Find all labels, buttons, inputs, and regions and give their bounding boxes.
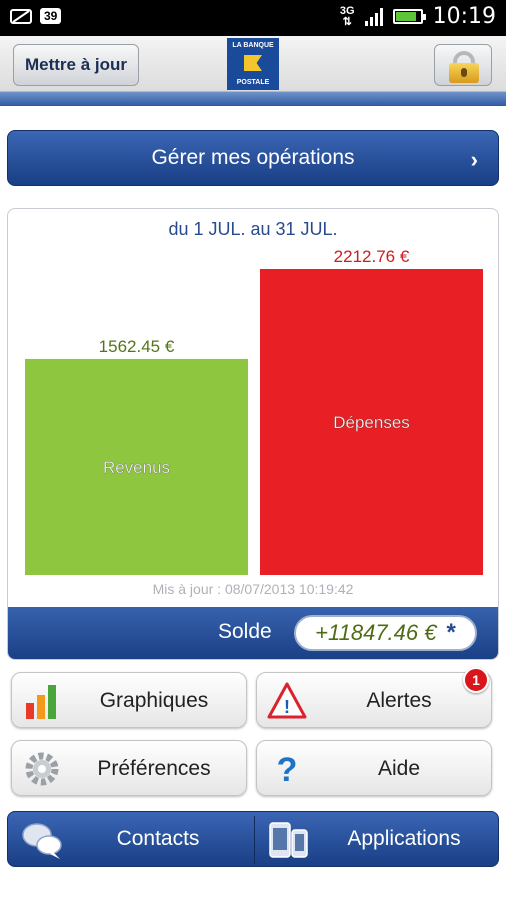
- applications-button[interactable]: Applications: [254, 812, 500, 868]
- chevron-right-icon: ›: [470, 147, 478, 172]
- graphs-label: Graphiques: [99, 689, 209, 712]
- alerts-count-badge: 1: [463, 667, 489, 693]
- sim-card-icon: [10, 9, 32, 24]
- summary-card: du 1 JUL. au 31 JUL. 1562.45 € Revenus 221…: [7, 208, 499, 660]
- clock: 10:19: [432, 4, 496, 29]
- update-button[interactable]: Mettre à jour: [13, 44, 139, 86]
- warning-icon: !: [267, 682, 307, 719]
- notification-count: 39: [40, 8, 62, 24]
- bar-value-label: 1562.45 €: [99, 337, 175, 356]
- last-updated: Mis à jour : 08/07/2013 10:19:42: [152, 581, 354, 597]
- bar-category-label: Revenus: [103, 458, 170, 477]
- alerts-button[interactable]: ! Alertes 1: [256, 667, 492, 728]
- help-label: Aide: [377, 757, 421, 780]
- contacts-label: Contacts: [116, 827, 200, 850]
- bar-category-label: Dépenses: [333, 413, 410, 432]
- manage-operations-button[interactable]: Gérer mes opérations ›: [7, 130, 499, 186]
- svg-text:?: ?: [277, 751, 298, 789]
- signal-icon: [364, 7, 383, 26]
- logo-top-text: LA BANQUE: [232, 42, 274, 49]
- applications-label: Applications: [347, 827, 461, 850]
- battery-icon: [392, 9, 426, 24]
- lock-button[interactable]: [434, 44, 492, 86]
- svg-text:!: !: [284, 697, 290, 717]
- status-bar: 39 3G ⇅ 10:19: [0, 0, 506, 36]
- gear-icon: [25, 752, 59, 786]
- network-type: 3G ⇅: [339, 4, 355, 28]
- bar-value-label: 2212.76 €: [334, 247, 410, 266]
- alerts-label: Alertes: [366, 689, 432, 712]
- preferences-button[interactable]: Préférences: [11, 740, 247, 796]
- chat-bubbles-icon: [22, 823, 62, 859]
- bottom-nav: Contacts Applications: [7, 811, 499, 867]
- income-expense-chart: 1562.45 € Revenus 2212.76 € Dépenses: [25, 247, 483, 575]
- header-divider: [0, 92, 506, 106]
- devices-icon: [269, 822, 308, 858]
- logo-bottom-text: POSTALE: [236, 79, 270, 86]
- bar-chart-icon: [26, 685, 56, 719]
- graphs-button[interactable]: Graphiques: [11, 672, 247, 728]
- manage-operations-label: Gérer mes opérations: [151, 146, 355, 169]
- balance-label: Solde: [218, 620, 272, 643]
- help-button[interactable]: ? Aide: [256, 740, 492, 796]
- question-mark-icon: ?: [277, 751, 298, 789]
- balance-pill[interactable]: +11847.46 € *: [294, 615, 477, 651]
- bank-logo: LA BANQUE POSTALE: [227, 38, 279, 90]
- lock-body: [449, 63, 479, 83]
- app-header: Mettre à jour LA BANQUE POSTALE: [0, 36, 506, 92]
- balance-marker: *: [446, 619, 456, 646]
- logo-mark-icon: [244, 55, 262, 71]
- balance-value: +11847.46 €: [315, 620, 437, 645]
- balance-bar: Solde +11847.46 € *: [8, 607, 498, 659]
- preferences-label: Préférences: [97, 757, 211, 780]
- contacts-button[interactable]: Contacts: [8, 812, 254, 868]
